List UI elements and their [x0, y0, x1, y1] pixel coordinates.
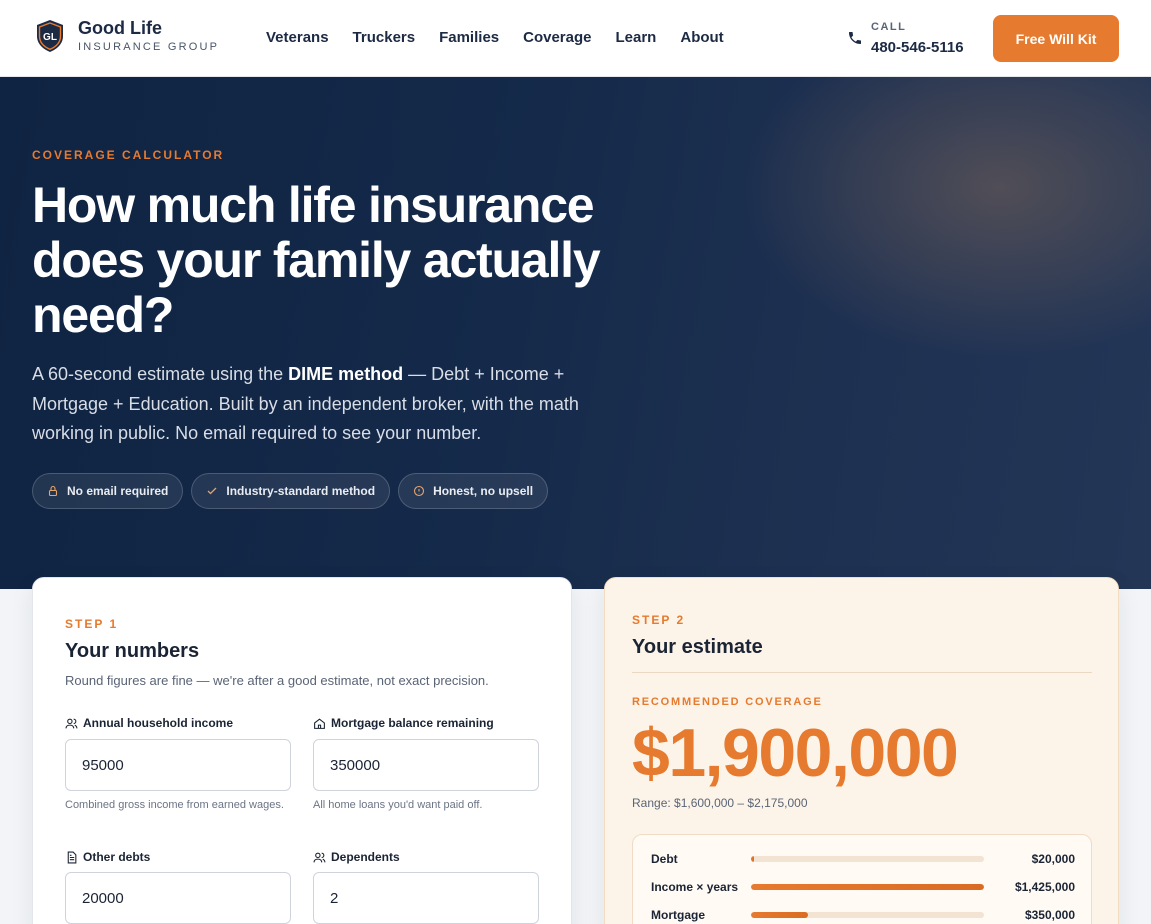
step1-label: STEP 1: [65, 617, 119, 631]
debts-label: Other debts: [65, 850, 150, 864]
breakdown-bar: [751, 884, 984, 890]
call-number: 480-546-5116: [871, 39, 964, 56]
coverage-breakdown: Debt $20,000 Income × years $1,425,000 M…: [632, 834, 1092, 924]
step2-title: Your estimate: [632, 636, 763, 658]
mortgage-label: Mortgage balance remaining: [313, 716, 494, 730]
hero-eyebrow: COVERAGE CALCULATOR: [32, 148, 225, 162]
breakdown-label: Income × years: [651, 880, 739, 894]
nav-link-families[interactable]: Families: [439, 29, 499, 47]
brand-name: Good Life: [78, 18, 162, 38]
breakdown-bar: [751, 912, 809, 918]
svg-text:GL: GL: [43, 32, 57, 43]
pill-no-email: No email required: [32, 473, 184, 509]
free-will-kit-button[interactable]: Free Will Kit: [993, 15, 1119, 62]
dependents-input[interactable]: [313, 872, 539, 924]
breakdown-value: $20,000: [1031, 852, 1075, 866]
breakdown-bar: [751, 856, 755, 862]
inputs-card: STEP 1 Your numbers Round figures are fi…: [32, 577, 572, 924]
lock-icon: [48, 485, 58, 497]
breakdown-track: [751, 912, 984, 918]
step1-subtitle: Round figures are fine — we're after a g…: [65, 673, 489, 688]
dime-method-emphasis: DIME method: [288, 364, 404, 384]
nav-link-veterans[interactable]: Veterans: [266, 29, 329, 47]
phone-icon: [849, 32, 861, 44]
nav-link-about[interactable]: About: [680, 29, 723, 47]
breakdown-row-income: Income × years $1,425,000: [651, 879, 1075, 895]
users-icon: [313, 852, 326, 862]
info-icon: [414, 485, 425, 497]
breakdown-track: [751, 856, 984, 862]
income-label: Annual household income: [65, 716, 233, 730]
document-icon: [67, 851, 77, 863]
recommended-coverage-label: RECOMMENDED COVERAGE: [632, 696, 823, 708]
home-icon: [314, 717, 325, 729]
breakdown-row-debt: Debt $20,000: [651, 851, 1075, 867]
breakdown-label: Debt: [651, 852, 678, 866]
hero-title: How much life insurance does your family…: [32, 177, 601, 343]
nav-link-coverage[interactable]: Coverage: [523, 29, 591, 47]
hero-description: A 60-second estimate using the DIME meth…: [32, 364, 579, 443]
divider: [632, 672, 1092, 673]
brand-subtitle: INSURANCE GROUP: [78, 41, 220, 53]
trust-pills: No email required Industry-standard meth…: [32, 473, 556, 509]
users-icon: [65, 718, 78, 728]
nav-link-learn[interactable]: Learn: [616, 29, 657, 47]
mortgage-input[interactable]: [313, 739, 539, 791]
call-label: CALL: [871, 21, 907, 33]
call-link[interactable]: CALL 480-546-5116: [847, 20, 964, 58]
pill-industry-standard: Industry-standard method: [191, 473, 391, 509]
breakdown-label: Mortgage: [651, 908, 705, 922]
check-icon: [207, 487, 217, 495]
income-help: Combined gross income from earned wages.: [65, 799, 284, 811]
mortgage-help: All home loans you'd want paid off.: [313, 799, 483, 811]
breakdown-track: [751, 884, 984, 890]
dependents-label: Dependents: [313, 850, 400, 864]
top-navigation: GL Good Life INSURANCE GROUP Veterans Tr…: [0, 0, 1151, 77]
breakdown-value: $350,000: [1024, 908, 1075, 922]
main-menu: Veterans Truckers Families Coverage Lear…: [266, 29, 748, 47]
nav-link-truckers[interactable]: Truckers: [353, 29, 416, 47]
estimate-card: STEP 2 Your estimate RECOMMENDED COVERAG…: [604, 577, 1119, 924]
recommended-amount: $1,900,000: [632, 715, 959, 791]
pill-honest: Honest, no upsell: [398, 473, 549, 509]
coverage-range: Range: $1,600,000 – $2,175,000: [632, 796, 808, 810]
shield-logo-icon: GL: [35, 19, 65, 53]
income-input[interactable]: [65, 739, 291, 791]
brand-logo[interactable]: GL Good Life INSURANCE GROUP: [35, 18, 219, 54]
breakdown-value: $1,425,000: [1014, 880, 1075, 894]
hero-section: COVERAGE CALCULATOR How much life insura…: [0, 77, 1151, 589]
step2-label: STEP 2: [632, 613, 686, 627]
step1-title: Your numbers: [65, 640, 200, 662]
breakdown-row-mortgage: Mortgage $350,000: [651, 907, 1075, 923]
debts-input[interactable]: [65, 872, 291, 924]
